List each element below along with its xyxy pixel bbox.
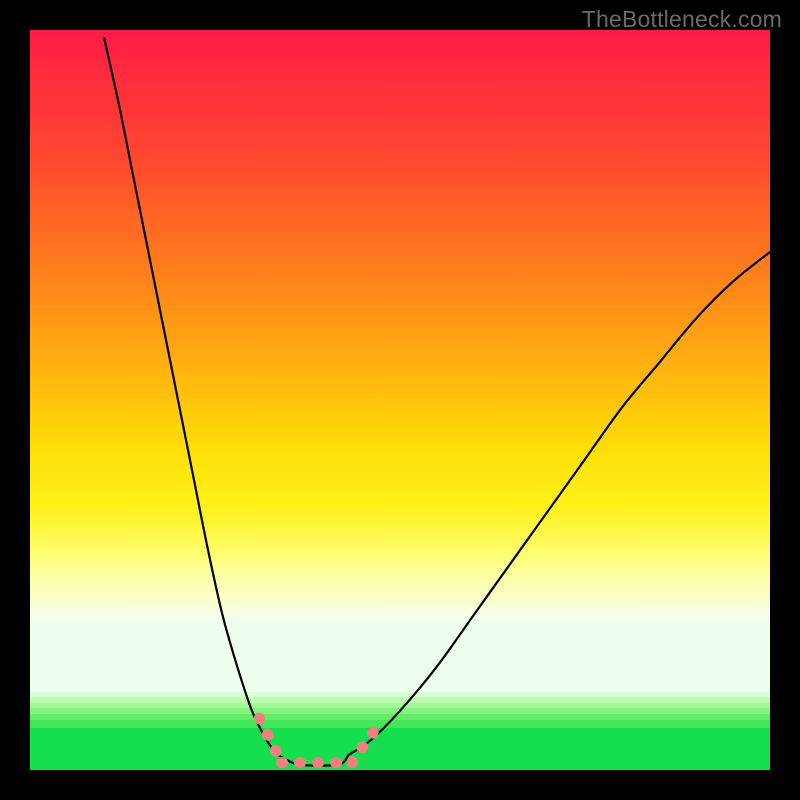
watermark-text: TheBottleneck.com — [582, 6, 782, 33]
curve-overlay — [30, 30, 770, 770]
dotted-left — [259, 718, 281, 762]
plot-area — [30, 30, 770, 770]
curve-left — [104, 37, 278, 755]
chart-frame: TheBottleneck.com — [0, 0, 800, 800]
curve-right — [348, 252, 770, 755]
dotted-right — [352, 726, 378, 763]
